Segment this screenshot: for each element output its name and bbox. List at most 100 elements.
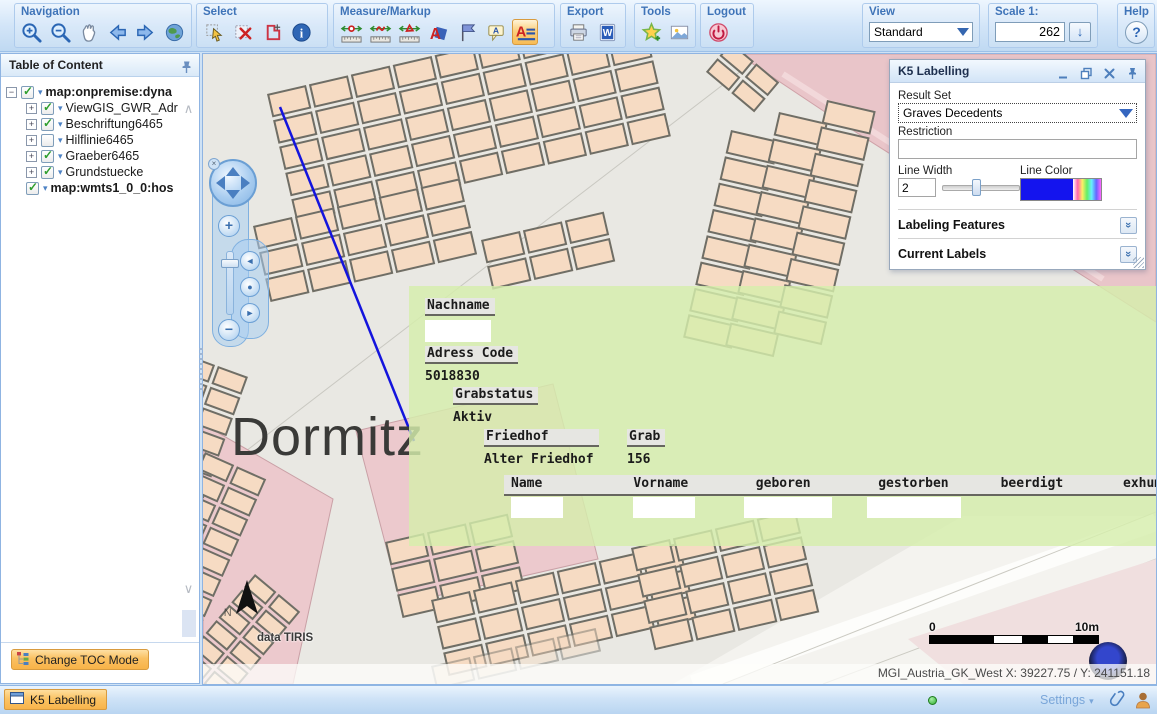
layer-checkbox[interactable] — [41, 134, 54, 147]
labeling-features-section[interactable]: Labeling Features » — [898, 212, 1137, 238]
result-set-select[interactable]: Graves Decedents — [898, 103, 1137, 123]
zoom-out-button[interactable] — [48, 19, 74, 45]
toc-item-1[interactable]: +✓▾ViewGIS_GWR_Adre — [6, 100, 178, 116]
select-by-shape-button[interactable] — [259, 19, 285, 45]
toc-item-5[interactable]: +✓▾Grundstuecke — [6, 164, 178, 180]
line-color-swatch[interactable] — [1021, 179, 1073, 200]
user-icon[interactable] — [1133, 690, 1153, 714]
pan-south-icon[interactable] — [226, 190, 240, 199]
send-image-button[interactable] — [667, 19, 692, 45]
export-word-button[interactable]: W — [594, 19, 620, 45]
decedent-geboren-input[interactable] — [744, 497, 832, 518]
resize-grip[interactable] — [1133, 257, 1144, 268]
minimize-icon[interactable] — [1057, 65, 1070, 78]
line-width-slider[interactable] — [942, 179, 1018, 196]
layer-checkbox[interactable]: ✓ — [21, 86, 34, 99]
map-canvas[interactable]: Dormitz × + − ◄ ● ► N — [202, 53, 1157, 685]
decedent-vorname-input[interactable] — [633, 497, 695, 518]
markup-text-button[interactable]: A — [425, 19, 451, 45]
view-select[interactable]: Standard — [869, 22, 973, 42]
color-palette-swatch[interactable] — [1073, 179, 1101, 200]
zoom-in-button[interactable] — [19, 19, 45, 45]
layer-menu-caret[interactable]: ▾ — [58, 135, 63, 146]
label-lines-button[interactable]: A — [512, 19, 538, 45]
layer-menu-caret[interactable]: ▾ — [43, 183, 48, 194]
layer-menu-caret[interactable]: ▾ — [58, 167, 63, 178]
expand-toggle[interactable]: + — [26, 151, 37, 162]
center-view-button[interactable]: ● — [240, 277, 260, 297]
expand-toggle[interactable]: − — [6, 87, 17, 98]
select-features-button[interactable] — [201, 19, 227, 45]
layer-checkbox[interactable]: ✓ — [41, 166, 54, 179]
previous-view-button[interactable]: ◄ — [240, 251, 260, 271]
close-icon[interactable]: × — [208, 158, 220, 170]
clear-selection-button[interactable] — [230, 19, 256, 45]
pan-north-icon[interactable] — [226, 167, 240, 176]
paperclip-icon[interactable] — [1108, 690, 1128, 714]
zoom-in-slider-button[interactable]: + — [218, 215, 240, 237]
k5-panel-titlebar[interactable]: K5 Labelling — [890, 60, 1145, 83]
logout-power-button[interactable] — [705, 19, 731, 45]
expand-toggle[interactable]: + — [26, 135, 37, 146]
next-extent-button[interactable] — [133, 19, 159, 45]
toc-item-0[interactable]: −✓▾map:onpremise:dyna — [6, 84, 178, 100]
expand-toggle[interactable]: + — [26, 103, 37, 114]
change-toc-mode-button[interactable]: Change TOC Mode — [11, 649, 149, 670]
pan-button[interactable] — [76, 19, 102, 45]
toc-item-2[interactable]: +✓▾Beschriftung6465 — [6, 116, 178, 132]
layer-menu-caret[interactable]: ▾ — [58, 103, 63, 114]
scale-input[interactable] — [995, 22, 1065, 42]
print-button[interactable] — [565, 19, 591, 45]
zoom-out-slider-button[interactable]: − — [218, 319, 240, 341]
next-view-button[interactable]: ► — [240, 303, 260, 323]
nachname-input[interactable] — [425, 320, 491, 342]
current-labels-section[interactable]: Current Labels » — [898, 241, 1137, 267]
measure-area-button[interactable] — [396, 19, 422, 45]
pin-icon[interactable] — [180, 59, 193, 81]
markup-flag-button[interactable] — [454, 19, 480, 45]
layer-checkbox[interactable]: ✓ — [41, 118, 54, 131]
k5-labelling-task-button[interactable]: K5 Labelling — [4, 689, 107, 710]
identify-button[interactable]: i — [288, 19, 314, 45]
add-tool-button[interactable] — [639, 19, 664, 45]
tree-scroll-up-icon[interactable]: ∧ — [181, 102, 196, 117]
column-header-beerdigt: beerdigt — [1001, 476, 1064, 491]
layer-checkbox[interactable]: ✓ — [41, 102, 54, 115]
tree-scroll-down-icon[interactable]: ∨ — [181, 582, 196, 597]
restriction-input[interactable] — [898, 139, 1137, 159]
layer-menu-caret[interactable]: ▾ — [58, 151, 63, 162]
help-button[interactable]: ? — [1125, 21, 1148, 44]
sidebar-divider — [1, 642, 199, 643]
layer-checkbox[interactable]: ✓ — [26, 182, 39, 195]
expand-section-icon[interactable]: » — [1120, 217, 1137, 234]
measure-coordinate-button[interactable] — [338, 19, 364, 45]
pin-icon[interactable] — [1126, 65, 1139, 78]
toc-item-6[interactable]: ✓▾map:wmts1_0_0:hos — [6, 180, 178, 196]
measure-distance-button[interactable] — [367, 19, 393, 45]
layer-checkbox[interactable]: ✓ — [41, 150, 54, 163]
toc-item-3[interactable]: +▾Hilflinie6465 — [6, 132, 178, 148]
slider-handle[interactable] — [972, 179, 981, 196]
pan-east-icon[interactable] — [241, 176, 250, 190]
pan-compass[interactable]: × — [209, 159, 257, 207]
expand-toggle[interactable]: + — [26, 119, 37, 130]
pan-west-icon[interactable] — [216, 176, 225, 190]
expand-toggle[interactable]: + — [26, 167, 37, 178]
tree-scrollbar-thumb[interactable] — [182, 610, 196, 637]
zoom-slider-handle[interactable] — [221, 259, 239, 268]
sidebar-splitter[interactable] — [199, 348, 203, 390]
layer-menu-caret[interactable]: ▾ — [38, 87, 43, 98]
previous-extent-button[interactable] — [105, 19, 131, 45]
close-icon[interactable] — [1103, 65, 1116, 78]
toc-item-4[interactable]: +✓▾Graeber6465 — [6, 148, 178, 164]
line-color-picker[interactable] — [1020, 178, 1102, 201]
decedent-name-input[interactable] — [511, 497, 563, 518]
line-width-input[interactable] — [898, 178, 936, 197]
settings-menu[interactable]: Settings▾ — [1040, 693, 1094, 707]
label-callout-button[interactable]: A — [483, 19, 509, 45]
scale-apply-button[interactable]: ↓ — [1069, 22, 1091, 42]
layer-menu-caret[interactable]: ▾ — [58, 119, 63, 130]
decedent-gestorben-input[interactable] — [867, 497, 961, 518]
full-extent-button[interactable] — [162, 19, 188, 45]
restore-icon[interactable] — [1080, 65, 1093, 78]
